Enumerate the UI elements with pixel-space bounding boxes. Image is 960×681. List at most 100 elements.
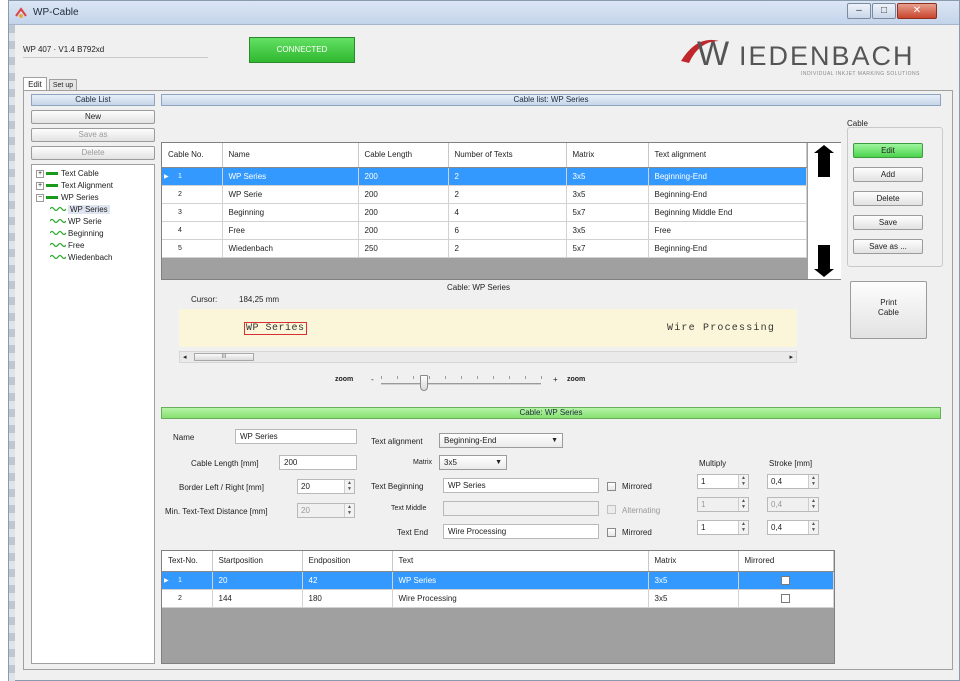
table-row[interactable]: 5 Wiedenbach 250 2 5x7 Beginning-End <box>162 239 807 258</box>
zoom-slider[interactable] <box>381 373 542 395</box>
spinner-arrows-icon[interactable]: ▲ ▼ <box>808 521 818 534</box>
column-header[interactable]: Endposition <box>302 551 393 572</box>
mirrored-checkbox-1[interactable] <box>607 482 616 491</box>
tree-item[interactable]: WP Series <box>36 204 113 216</box>
column-header[interactable]: Text alignment <box>648 143 807 168</box>
multiply-spinner-1[interactable]: 1 ▲ ▼ <box>697 474 749 489</box>
spinner-arrows-icon[interactable]: ▲ ▼ <box>738 475 748 488</box>
preview-text-right[interactable]: Wire Processing <box>667 323 775 334</box>
column-header[interactable]: Number of Texts <box>448 143 567 168</box>
column-header[interactable]: Mirrored <box>738 551 834 572</box>
text-end-field[interactable]: Wire Processing <box>443 524 599 539</box>
multiply-spinner-3[interactable]: 1 ▲ ▼ <box>697 520 749 535</box>
preview-scrollbar[interactable]: ◂ III ▸ <box>179 351 797 363</box>
cell-matrix: 3x5 <box>648 589 739 608</box>
border-spinner[interactable]: 20 ▲ ▼ <box>297 479 355 494</box>
multiply-spinner-2[interactable]: 1 ▲ ▼ <box>697 497 749 512</box>
cell-align: Free <box>648 221 807 240</box>
column-header[interactable]: Text <box>392 551 649 572</box>
column-header[interactable]: Cable No. <box>162 143 223 168</box>
spinner-arrows-icon[interactable]: ▲ ▼ <box>344 504 354 517</box>
cell-align: Beginning-End <box>648 239 807 258</box>
spinner-arrows-icon[interactable]: ▲ ▼ <box>738 521 748 534</box>
edit-button[interactable]: Edit <box>853 143 923 158</box>
column-header[interactable]: Text-No. <box>162 551 213 572</box>
zoom-tick <box>381 376 382 379</box>
matrix-select[interactable]: 3x5 ▼ <box>439 455 507 470</box>
table-row[interactable]: 3 Beginning 200 4 5x7 Beginning Middle End <box>162 203 807 222</box>
table-row[interactable]: 4 Free 200 6 3x5 Free <box>162 221 807 240</box>
stroke-value-1: 0,4 <box>771 477 783 486</box>
stroke-spinner-1[interactable]: 0,4 ▲ ▼ <box>767 474 819 489</box>
scroll-down-icon[interactable] <box>814 245 834 277</box>
scroll-up-icon[interactable] <box>814 145 834 177</box>
column-header[interactable]: Startposition <box>212 551 303 572</box>
row-marker-icon: ▶ <box>164 577 169 584</box>
min-distance-spinner[interactable]: 20 ▲ ▼ <box>297 503 355 518</box>
tree-items: + Text Cable + Text Alignment − WP Series WP S… <box>36 168 113 264</box>
spinner-arrows-icon[interactable]: ▲ ▼ <box>738 498 748 511</box>
scroll-left-icon[interactable]: ◂ <box>183 353 187 361</box>
spinner-arrows-icon[interactable]: ▲ ▼ <box>808 475 818 488</box>
cell-matrix: 3x5 <box>648 571 739 590</box>
alternating-checkbox[interactable] <box>607 505 616 514</box>
tree-item[interactable]: Beginning <box>36 228 113 240</box>
tree-expander-icon[interactable]: + <box>36 181 44 190</box>
save-button[interactable]: Save <box>853 215 923 230</box>
mirrored-row-checkbox[interactable] <box>781 593 791 603</box>
title-bar: WP-Cable – □ ✕ <box>9 1 959 25</box>
cable-no-cell: 2 <box>162 185 223 204</box>
table-row[interactable]: ▶ 1 WP Series 200 2 3x5 Beginning-End <box>162 167 807 186</box>
maximize-button[interactable]: □ <box>872 3 896 19</box>
cable-length-field[interactable]: 200 <box>279 455 357 470</box>
chevron-down-icon: ▼ <box>551 437 558 444</box>
new-button[interactable]: New <box>31 110 155 124</box>
table-row[interactable]: 2 WP Serie 200 2 3x5 Beginning-End <box>162 185 807 204</box>
spinner-arrows-icon[interactable]: ▲ ▼ <box>808 498 818 511</box>
tree-item[interactable]: − WP Series <box>36 192 113 204</box>
mirrored-checkbox-2[interactable] <box>607 528 616 537</box>
tree-item[interactable]: + Text Alignment <box>36 180 113 192</box>
tree-expander-icon[interactable]: + <box>36 169 44 178</box>
mirrored-row-checkbox[interactable] <box>781 575 791 585</box>
tree-item[interactable]: Free <box>36 240 113 252</box>
save-as-button[interactable]: Save as <box>31 128 155 142</box>
table-row[interactable]: ▶ 1 20 42 WP Series 3x5 <box>162 571 834 590</box>
cable-save-as-button[interactable]: Save as ... <box>853 239 923 254</box>
min-distance-value: 20 <box>301 506 310 515</box>
zoom-in-sign[interactable]: + <box>553 375 558 384</box>
stroke-spinner-2[interactable]: 0,4 ▲ ▼ <box>767 497 819 512</box>
column-header[interactable]: Matrix <box>566 143 649 168</box>
cable-delete-button[interactable]: Delete <box>853 191 923 206</box>
column-header[interactable]: Matrix <box>648 551 739 572</box>
zoom-out-sign[interactable]: - <box>371 375 374 384</box>
column-header[interactable]: Name <box>222 143 359 168</box>
add-button[interactable]: Add <box>853 167 923 182</box>
tree-item-label: Beginning <box>68 229 104 239</box>
zoom-tick <box>461 376 462 379</box>
stroke-spinner-3[interactable]: 0,4 ▲ ▼ <box>767 520 819 535</box>
name-field[interactable]: WP Series <box>235 429 357 444</box>
multiply-value-2: 1 <box>701 500 706 509</box>
tree-expander-icon[interactable]: − <box>36 193 44 202</box>
spinner-arrows-icon[interactable]: ▲ ▼ <box>344 480 354 493</box>
zoom-thumb[interactable] <box>420 375 429 391</box>
cell-matrix: 5x7 <box>566 239 649 258</box>
cable-wave-icon <box>49 216 67 228</box>
tab-edit[interactable]: Edit <box>23 77 47 91</box>
text-beginning-field[interactable]: WP Series <box>443 478 599 493</box>
tree-item[interactable]: + Text Cable <box>36 168 113 180</box>
scroll-right-icon[interactable]: ▸ <box>789 353 793 361</box>
column-header[interactable]: Cable Length <box>358 143 449 168</box>
text-alignment-select[interactable]: Beginning-End ▼ <box>439 433 563 448</box>
preview-text-left[interactable]: WP Series <box>244 322 307 335</box>
close-button[interactable]: ✕ <box>897 3 937 19</box>
tree-item[interactable]: WP Serie <box>36 216 113 228</box>
minimize-button[interactable]: – <box>847 3 871 19</box>
tree-item[interactable]: Wiedenbach <box>36 252 113 264</box>
scroll-thumb[interactable]: III <box>194 353 254 361</box>
print-cable-button[interactable]: Print Cable <box>850 281 927 339</box>
delete-button[interactable]: Delete <box>31 146 155 160</box>
text-middle-field[interactable] <box>443 501 599 516</box>
table-row[interactable]: 2 144 180 Wire Processing 3x5 <box>162 589 834 608</box>
